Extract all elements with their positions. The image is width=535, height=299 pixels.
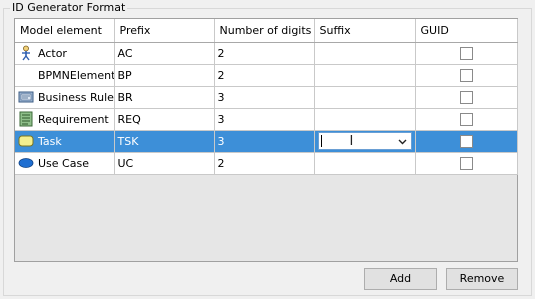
table-header-row: Model element Prefix Number of digits Su… [15, 19, 518, 43]
digits-cell[interactable]: 2 [214, 42, 315, 65]
prefix-cell[interactable]: UC [114, 152, 215, 175]
suffix-cell[interactable] [314, 108, 416, 131]
model-element-label: Use Case [38, 156, 89, 170]
model-element-label: BPMNElement [38, 68, 114, 82]
chevron-down-icon[interactable] [398, 135, 407, 148]
guid-checkbox[interactable] [459, 46, 473, 60]
digits-cell[interactable]: 2 [214, 152, 315, 175]
model-element-cell[interactable]: BPMNElement [15, 64, 115, 87]
suffix-cell[interactable] [314, 86, 416, 109]
guid-cell[interactable] [415, 86, 518, 109]
model-element-cell[interactable]: Task [15, 130, 115, 153]
table-row[interactable]: Use Case UC 2 [15, 152, 518, 175]
use-case-icon [18, 155, 34, 171]
text-caret [320, 135, 322, 147]
digits-cell[interactable]: 3 [214, 108, 315, 131]
table-row[interactable]: BPMNElement BP 2 [15, 64, 518, 87]
guid-checkbox[interactable] [459, 68, 473, 82]
digits-cell[interactable]: 2 [214, 64, 315, 87]
table-row[interactable]: Business Rule BR 3 [15, 86, 518, 109]
model-element-cell[interactable]: Business Rule [15, 86, 115, 109]
suffix-cell[interactable]: I [314, 130, 416, 153]
prefix-cell[interactable]: BP [114, 64, 215, 87]
i-beam-cursor-icon: I [349, 133, 354, 149]
requirement-icon [18, 111, 34, 127]
group-title: ID Generator Format [10, 1, 128, 15]
model-element-label: Requirement [38, 112, 109, 126]
guid-cell[interactable] [415, 64, 518, 87]
business-rule-icon [18, 89, 34, 105]
prefix-cell[interactable]: BR [114, 86, 215, 109]
header-number-of-digits[interactable]: Number of digits [214, 19, 315, 43]
blank-icon [18, 67, 34, 83]
guid-checkbox[interactable] [459, 112, 473, 126]
guid-cell[interactable] [415, 130, 518, 153]
table-row[interactable]: Actor AC 2 [15, 42, 518, 65]
guid-cell[interactable] [415, 152, 518, 175]
suffix-cell[interactable] [314, 64, 416, 87]
digits-cell[interactable]: 3 [214, 130, 315, 153]
guid-checkbox[interactable] [459, 134, 473, 148]
prefix-cell[interactable]: TSK [114, 130, 215, 153]
add-button[interactable]: Add [364, 268, 437, 290]
guid-checkbox[interactable] [459, 156, 473, 170]
task-icon [18, 133, 34, 149]
header-prefix[interactable]: Prefix [114, 19, 215, 43]
model-element-cell[interactable]: Use Case [15, 152, 115, 175]
suffix-cell[interactable] [314, 152, 416, 175]
model-element-label: Task [38, 134, 62, 148]
table-row[interactable]: Requirement REQ 3 [15, 108, 518, 131]
suffix-combo-editor[interactable]: I [317, 132, 412, 150]
header-model-element[interactable]: Model element [15, 19, 115, 43]
remove-button[interactable]: Remove [446, 268, 518, 290]
guid-cell[interactable] [415, 42, 518, 65]
header-suffix[interactable]: Suffix [314, 19, 416, 43]
model-element-cell[interactable]: Requirement [15, 108, 115, 131]
digits-cell[interactable]: 3 [214, 86, 315, 109]
header-guid[interactable]: GUID [415, 19, 518, 43]
model-element-label: Business Rule [38, 90, 114, 104]
prefix-cell[interactable]: REQ [114, 108, 215, 131]
actor-icon [18, 45, 34, 61]
id-format-table: Model element Prefix Number of digits Su… [14, 18, 518, 262]
guid-cell[interactable] [415, 108, 518, 131]
model-element-label: Actor [38, 46, 67, 60]
suffix-cell[interactable] [314, 42, 416, 65]
guid-checkbox[interactable] [459, 90, 473, 104]
table-row-selected[interactable]: Task TSK 3 I [15, 130, 518, 153]
model-element-cell[interactable]: Actor [15, 42, 115, 65]
prefix-cell[interactable]: AC [114, 42, 215, 65]
